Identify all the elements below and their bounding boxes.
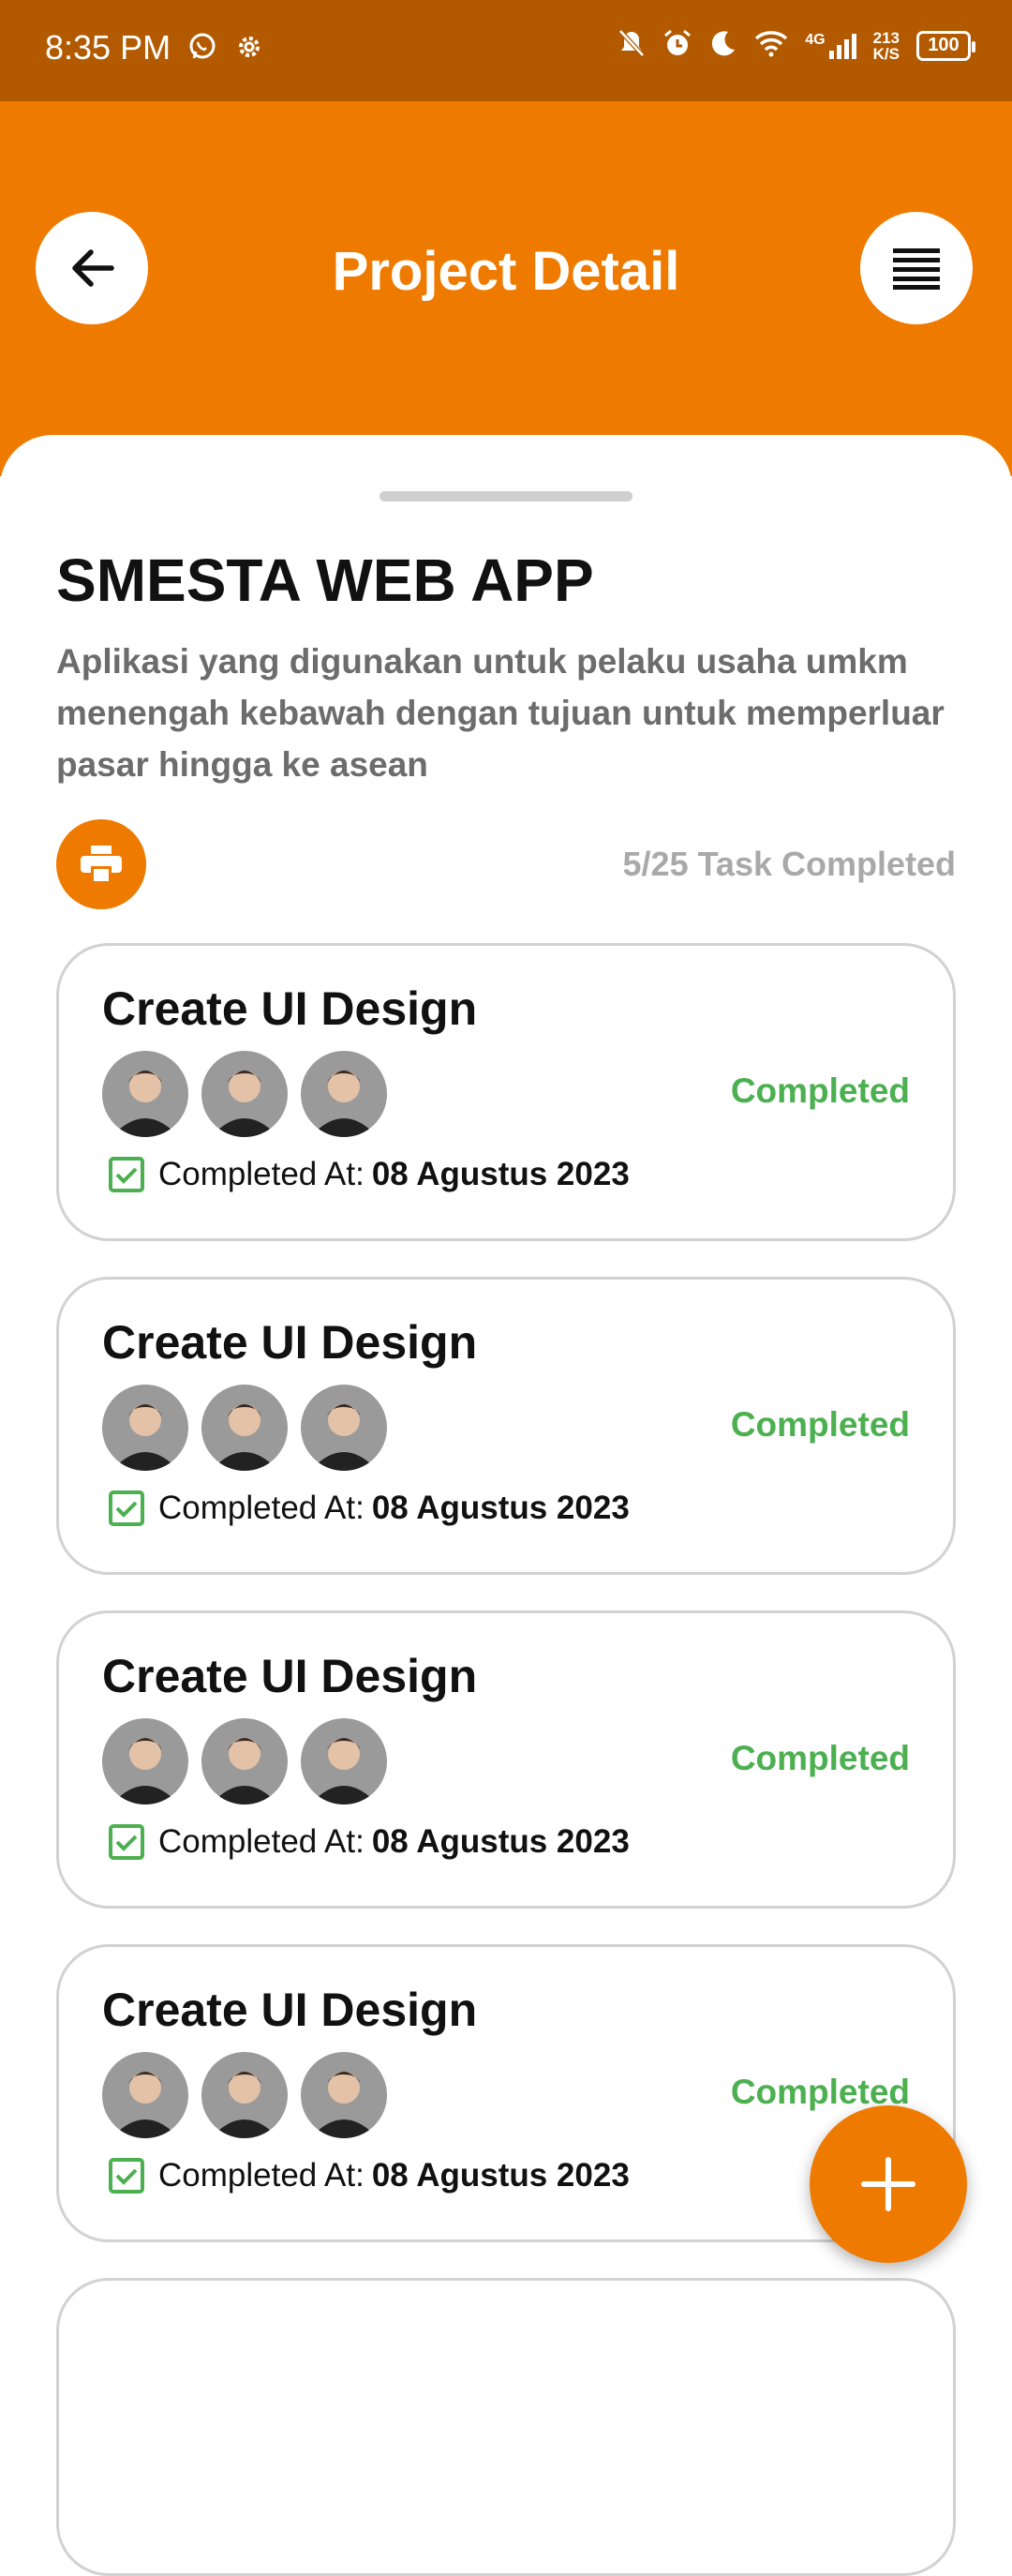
assignee-avatars (102, 1718, 387, 1805)
menu-button[interactable] (860, 212, 973, 324)
avatar (201, 1385, 288, 1471)
avatar (201, 1051, 288, 1137)
mute-icon (618, 28, 646, 63)
avatar (301, 2052, 387, 2138)
check-box-icon (108, 2157, 145, 2194)
whatsapp-icon (187, 32, 217, 67)
assignee-avatars (102, 2052, 387, 2138)
task-card[interactable]: Create UI Design Completed Completed At:… (56, 1610, 956, 1909)
task-status: Completed (730, 1405, 910, 1444)
moon-icon (709, 29, 737, 62)
task-card[interactable]: Create UI Design Completed Completed At:… (56, 1277, 956, 1575)
avatar (301, 1718, 387, 1805)
check-box-icon (108, 1490, 145, 1527)
status-time: 8:35 PM (45, 28, 171, 67)
avatar (201, 2052, 288, 2138)
completed-date: 08 Agustus 2023 (371, 2157, 630, 2194)
avatar (102, 1385, 188, 1471)
task-status: Completed (730, 1071, 910, 1110)
battery-level: 100 (928, 35, 960, 55)
task-card[interactable]: Create UI Design Completed Completed At:… (56, 943, 956, 1241)
avatar (301, 1051, 387, 1137)
task-title: Create UI Design (102, 1316, 478, 1369)
completed-info: Completed At: 08 Agustus 2023 (108, 1823, 630, 1861)
status-left-icons (187, 32, 264, 67)
completed-label: Completed At: (158, 1823, 365, 1860)
completed-info: Completed At: 08 Agustus 2023 (108, 1156, 630, 1193)
task-title: Create UI Design (102, 1984, 478, 2036)
completed-info: Completed At: 08 Agustus 2023 (108, 1490, 630, 1527)
add-task-button[interactable] (810, 2105, 967, 2263)
battery-icon: 100 (916, 30, 975, 61)
assignee-avatars (102, 1051, 387, 1137)
list-icon (893, 248, 940, 290)
task-card-partial[interactable] (56, 2278, 956, 2576)
project-description: Aplikasi yang digunakan untuk pelaku usa… (56, 642, 945, 784)
status-right-icons: 4G 213 K/S 100 (618, 28, 975, 63)
task-title: Create UI Design (102, 982, 478, 1035)
completed-date: 08 Agustus 2023 (371, 1823, 630, 1860)
plus-icon (861, 2157, 915, 2211)
net-speed-unit: K/S (872, 44, 900, 63)
avatar (102, 2052, 188, 2138)
alarm-icon (662, 28, 692, 63)
project-sheet: SMESTA WEB APP Aplikasi yang digunakan u… (0, 435, 1012, 2576)
task-count: 5/25 Task Completed (622, 845, 956, 883)
network-type: 4G (805, 31, 826, 48)
completed-label: Completed At: (158, 1156, 365, 1192)
signal-4g-icon: 4G (805, 32, 856, 60)
task-title: Create UI Design (102, 1650, 478, 1702)
avatar (301, 1385, 387, 1471)
completed-date: 08 Agustus 2023 (371, 1156, 630, 1192)
wifi-icon (754, 29, 788, 62)
header: Project Detail (0, 101, 1012, 476)
completed-info: Completed At: 08 Agustus 2023 (108, 2157, 630, 2194)
printer-icon (81, 846, 122, 881)
project-name: SMESTA WEB APP (56, 547, 594, 614)
task-status: Completed (730, 1739, 910, 1777)
settings-icon (234, 32, 264, 67)
completed-date: 08 Agustus 2023 (371, 1490, 630, 1526)
check-box-icon (108, 1156, 145, 1193)
net-speed: 213 K/S (873, 30, 900, 62)
check-box-icon (108, 1823, 145, 1861)
avatar (201, 1718, 288, 1805)
avatar (102, 1718, 188, 1805)
drag-handle[interactable] (380, 491, 632, 502)
assignee-avatars (102, 1385, 387, 1471)
print-button[interactable] (56, 819, 146, 909)
completed-label: Completed At: (158, 1490, 365, 1526)
status-bar: 8:35 PM 4G 213 K/S 100 (0, 0, 1012, 101)
completed-label: Completed At: (158, 2157, 365, 2194)
avatar (102, 1051, 188, 1137)
